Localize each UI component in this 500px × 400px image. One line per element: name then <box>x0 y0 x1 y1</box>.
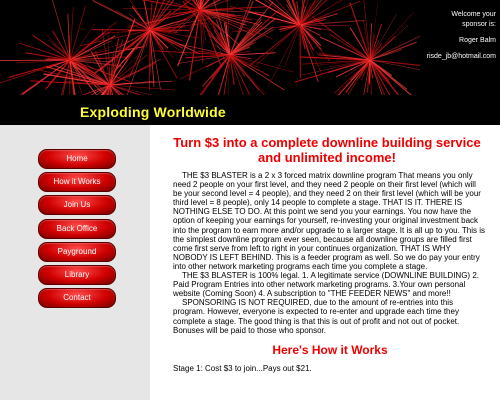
program-description: THE $3 BLASTER is a 2 x 3 forced matrix … <box>173 171 486 335</box>
sponsor-welcome-line1: Welcome your <box>451 11 496 18</box>
nav-back-office-button[interactable]: Back Office <box>38 219 116 239</box>
nav-library-button[interactable]: Library <box>38 265 116 285</box>
description-paragraph-3: SPONSORING IS NOT REQUIRED, due to the a… <box>173 298 460 335</box>
how-it-works-heading: Here's How it Works <box>272 342 388 357</box>
sponsor-box: Welcome your sponsor is: Roger Balm risd… <box>386 10 496 62</box>
sidebar-nav: Home How it Works Join Us Back Office Pa… <box>0 125 150 400</box>
sponsor-name: Roger Balm <box>459 37 496 44</box>
nav-join-us-button[interactable]: Join Us <box>38 195 116 215</box>
nav-contact-button[interactable]: Contact <box>38 288 116 308</box>
site-title: Exploding Worldwide <box>80 104 226 120</box>
page-header: Exploding Worldwide Welcome your sponsor… <box>0 0 500 125</box>
main-content: Turn $3 into a complete downline buildin… <box>150 125 500 400</box>
stage-1-text: Stage 1: Cost $3 to join...Pays out $21. <box>173 363 312 373</box>
nav-home-button[interactable]: Home <box>38 149 116 169</box>
description-paragraph-1: THE $3 BLASTER is a 2 x 3 forced matrix … <box>173 171 486 271</box>
description-paragraph-2: THE $3 BLASTER is 100% legal. 1. A legit… <box>173 271 479 299</box>
fireworks-banner-image <box>0 0 420 95</box>
nav-how-it-works-button[interactable]: How it Works <box>38 172 116 192</box>
main-headline: Turn $3 into a complete downline buildin… <box>173 135 481 165</box>
nav-payground-button[interactable]: Payground <box>38 242 116 262</box>
sponsor-email[interactable]: risde_jb@hotmail.com <box>386 52 496 62</box>
sponsor-welcome-line2: sponsor is: <box>462 21 496 28</box>
